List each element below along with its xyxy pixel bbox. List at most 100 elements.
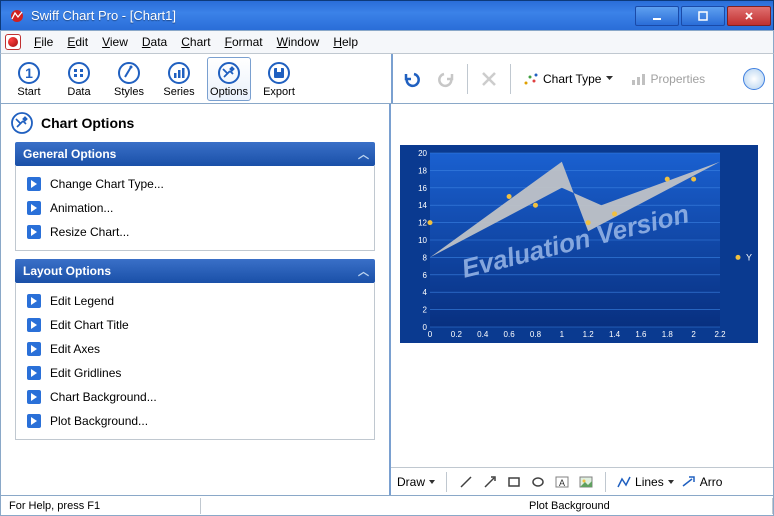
arrow-icon	[26, 365, 42, 381]
maximize-button[interactable]	[681, 6, 725, 26]
svg-text:16: 16	[418, 184, 427, 193]
toolbar-styles[interactable]: Styles	[107, 57, 151, 101]
scatter-icon	[523, 71, 539, 87]
opt-resize-chart[interactable]: Resize Chart...	[24, 220, 366, 244]
menu-data[interactable]: Data	[135, 32, 174, 52]
delete-button[interactable]	[476, 66, 502, 92]
statusbar: For Help, press F1 Plot Background	[0, 496, 774, 516]
svg-text:12: 12	[418, 219, 427, 228]
svg-text:0.2: 0.2	[451, 330, 463, 339]
titlebar: Swiff Chart Pro - [Chart1]	[0, 0, 774, 30]
svg-text:1.8: 1.8	[662, 330, 674, 339]
opt-plot-background[interactable]: Plot Background...	[24, 409, 366, 433]
collapse-icon: ︿	[358, 263, 367, 279]
app-icon-small	[5, 34, 21, 50]
svg-text:1.6: 1.6	[635, 330, 647, 339]
toolbar-start[interactable]: 1 Start	[7, 57, 51, 101]
opt-edit-gridlines[interactable]: Edit Gridlines	[24, 361, 366, 385]
menu-window[interactable]: Window	[270, 32, 327, 52]
arrow-icon	[26, 317, 42, 333]
svg-text:0: 0	[428, 330, 433, 339]
section-general: General Options ︿ Change Chart Type... A…	[15, 142, 375, 251]
right-toolbar: Chart Type Properties	[391, 54, 773, 103]
start-icon: 1	[16, 60, 42, 86]
svg-text:4: 4	[423, 288, 428, 297]
chart-preview[interactable]: 0246810121416182000.20.40.60.811.21.41.6…	[399, 144, 759, 344]
options-icon	[216, 60, 242, 86]
toolbar-export[interactable]: Export	[257, 57, 301, 101]
section-layout: Layout Options ︿ Edit Legend Edit Chart …	[15, 259, 375, 440]
content-area: Chart Options General Options ︿ Change C…	[0, 104, 774, 496]
svg-text:6: 6	[423, 271, 428, 280]
opt-edit-legend[interactable]: Edit Legend	[24, 289, 366, 313]
image-tool[interactable]	[577, 473, 595, 491]
refresh-button[interactable]	[743, 68, 765, 90]
status-help: For Help, press F1	[1, 498, 201, 514]
line-tool[interactable]	[457, 473, 475, 491]
arrow-icon	[26, 200, 42, 216]
main-toolbar-row: 1 Start Data Styles Series Options Expor…	[0, 54, 774, 104]
toolbar-series[interactable]: Series	[157, 57, 201, 101]
data-icon	[66, 60, 92, 86]
svg-text:1.2: 1.2	[583, 330, 595, 339]
arrow-icon	[26, 389, 42, 405]
svg-text:1.4: 1.4	[609, 330, 621, 339]
opt-change-chart-type[interactable]: Change Chart Type...	[24, 172, 366, 196]
arrow-icon	[26, 413, 42, 429]
arrow-icon	[26, 176, 42, 192]
svg-text:A: A	[559, 478, 565, 488]
menu-view[interactable]: View	[95, 32, 135, 52]
svg-text:20: 20	[418, 149, 427, 158]
ellipse-tool[interactable]	[529, 473, 547, 491]
menu-help[interactable]: Help	[326, 32, 365, 52]
opt-chart-background[interactable]: Chart Background...	[24, 385, 366, 409]
rect-tool[interactable]	[505, 473, 523, 491]
svg-text:10: 10	[418, 236, 427, 245]
window-title: Swiff Chart Pro - [Chart1]	[31, 8, 633, 23]
arrow-tool[interactable]	[481, 473, 499, 491]
opt-animation[interactable]: Animation...	[24, 196, 366, 220]
section-layout-head[interactable]: Layout Options ︿	[15, 259, 375, 283]
close-button[interactable]	[727, 6, 771, 26]
section-general-head[interactable]: General Options ︿	[15, 142, 375, 166]
status-target: Plot Background	[521, 498, 773, 514]
toolbar-data[interactable]: Data	[57, 57, 101, 101]
svg-text:0.4: 0.4	[477, 330, 489, 339]
collapse-icon: ︿	[358, 146, 367, 162]
svg-text:Y: Y	[746, 252, 752, 262]
panel-title: Chart Options	[1, 104, 389, 142]
export-icon	[266, 60, 292, 86]
app-icon	[9, 8, 25, 24]
opt-edit-axes[interactable]: Edit Axes	[24, 337, 366, 361]
menu-edit[interactable]: Edit	[60, 32, 95, 52]
lines-dropdown[interactable]: Lines	[616, 474, 675, 490]
redo-button[interactable]	[433, 66, 459, 92]
undo-button[interactable]	[399, 66, 425, 92]
chart-stage[interactable]: 0246810121416182000.20.40.60.811.21.41.6…	[391, 104, 773, 467]
toolbar-options[interactable]: Options	[207, 57, 251, 101]
properties-button: Properties	[626, 69, 709, 89]
menu-chart[interactable]: Chart	[174, 32, 217, 52]
svg-text:1: 1	[25, 65, 33, 81]
opt-edit-chart-title[interactable]: Edit Chart Title	[24, 313, 366, 337]
chart-type-dropdown[interactable]: Chart Type	[519, 69, 618, 89]
arrow-icon	[26, 341, 42, 357]
draw-dropdown[interactable]: Draw	[397, 475, 436, 489]
menu-file[interactable]: File	[27, 32, 60, 52]
svg-text:2: 2	[691, 330, 696, 339]
arrows-dropdown[interactable]: Arro	[681, 474, 723, 490]
svg-text:0.6: 0.6	[504, 330, 516, 339]
svg-text:2.2: 2.2	[714, 330, 726, 339]
menu-format[interactable]: Format	[218, 32, 270, 52]
svg-text:18: 18	[418, 166, 427, 175]
text-tool[interactable]: A	[553, 473, 571, 491]
svg-text:1: 1	[560, 330, 565, 339]
options-panel: Chart Options General Options ︿ Change C…	[1, 104, 391, 495]
svg-text:2: 2	[423, 306, 428, 315]
chart-panel: 0246810121416182000.20.40.60.811.21.41.6…	[391, 104, 773, 495]
series-icon	[166, 60, 192, 86]
svg-text:0.8: 0.8	[530, 330, 542, 339]
minimize-button[interactable]	[635, 6, 679, 26]
svg-text:14: 14	[418, 201, 427, 210]
options-icon	[11, 112, 33, 134]
